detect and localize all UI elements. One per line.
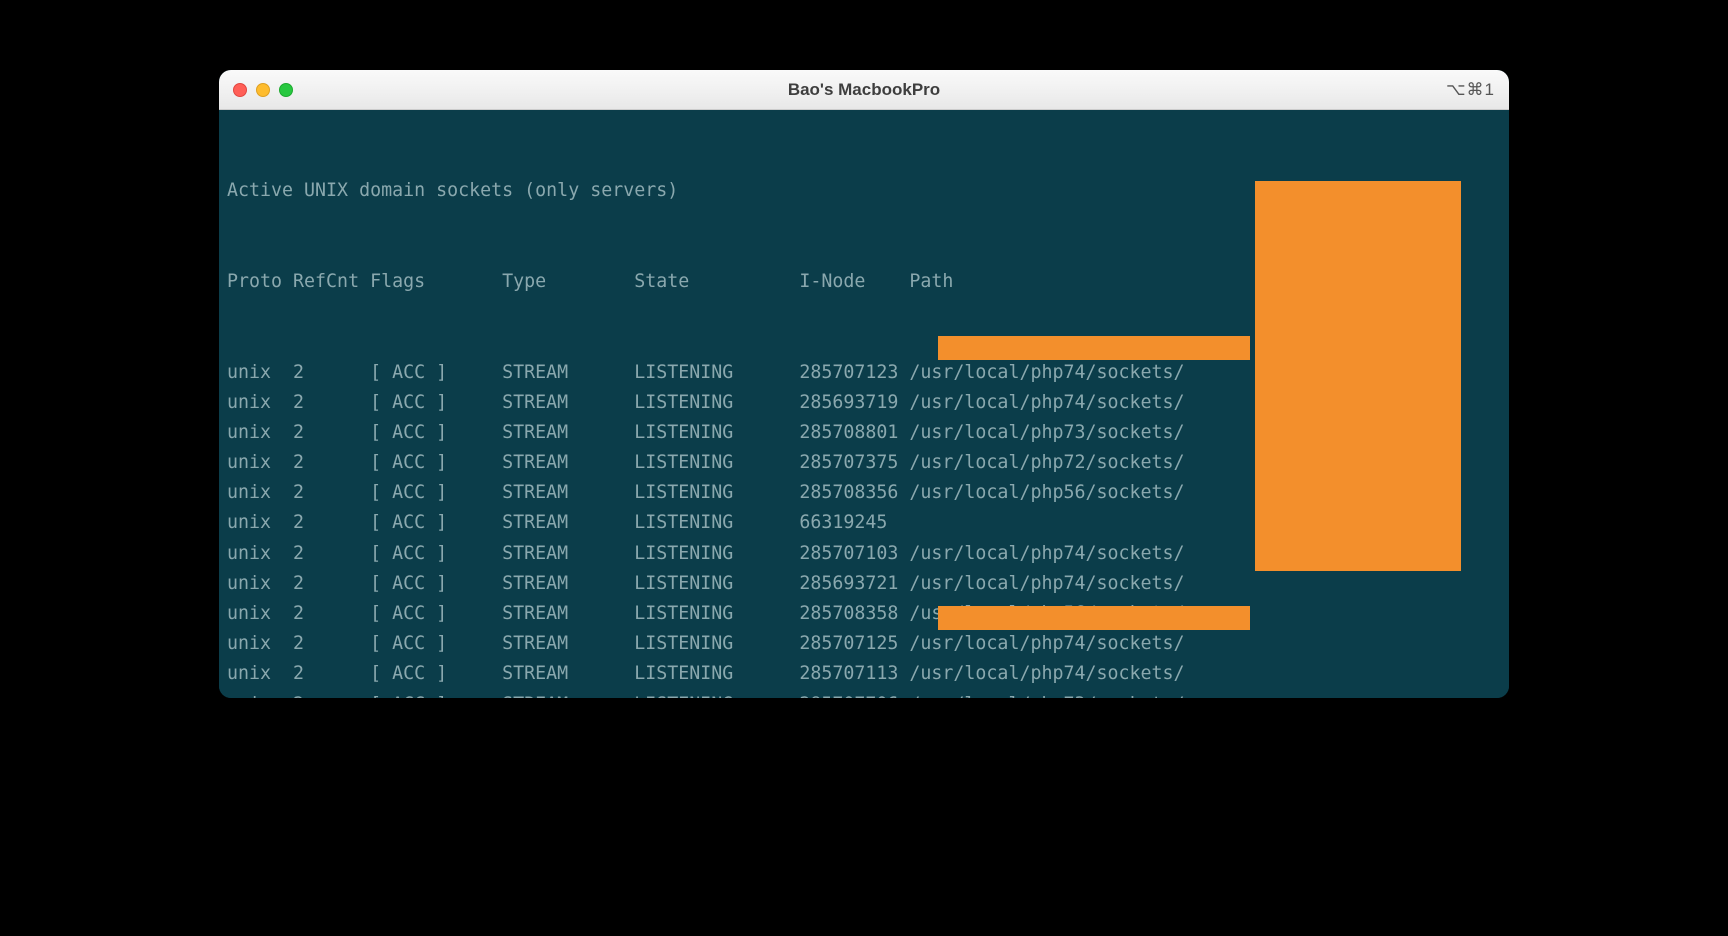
traffic-lights: [233, 83, 293, 97]
terminal-window: Bao's MacbookPro ⌥⌘1 Active UNIX domain …: [219, 70, 1509, 698]
minimize-icon[interactable]: [256, 83, 270, 97]
table-row: unix 2 [ ACC ] STREAM LISTENING 28570770…: [227, 690, 1501, 698]
terminal-body[interactable]: Active UNIX domain sockets (only servers…: [219, 110, 1509, 698]
zoom-icon[interactable]: [279, 83, 293, 97]
redaction-block: [938, 606, 1250, 630]
titlebar[interactable]: Bao's MacbookPro ⌥⌘1: [219, 70, 1509, 110]
table-row: unix 2 [ ACC ] STREAM LISTENING 28570835…: [227, 599, 1501, 629]
close-icon[interactable]: [233, 83, 247, 97]
redaction-block: [938, 336, 1250, 360]
table-row: unix 2 [ ACC ] STREAM LISTENING 28570711…: [227, 659, 1501, 689]
table-row: unix 2 [ ACC ] STREAM LISTENING 28570712…: [227, 629, 1501, 659]
table-row: unix 2 [ ACC ] STREAM LISTENING 28569372…: [227, 569, 1501, 599]
shortcut-indicator: ⌥⌘1: [1446, 80, 1495, 100]
redaction-block: [1255, 181, 1461, 571]
window-title: Bao's MacbookPro: [219, 80, 1509, 100]
